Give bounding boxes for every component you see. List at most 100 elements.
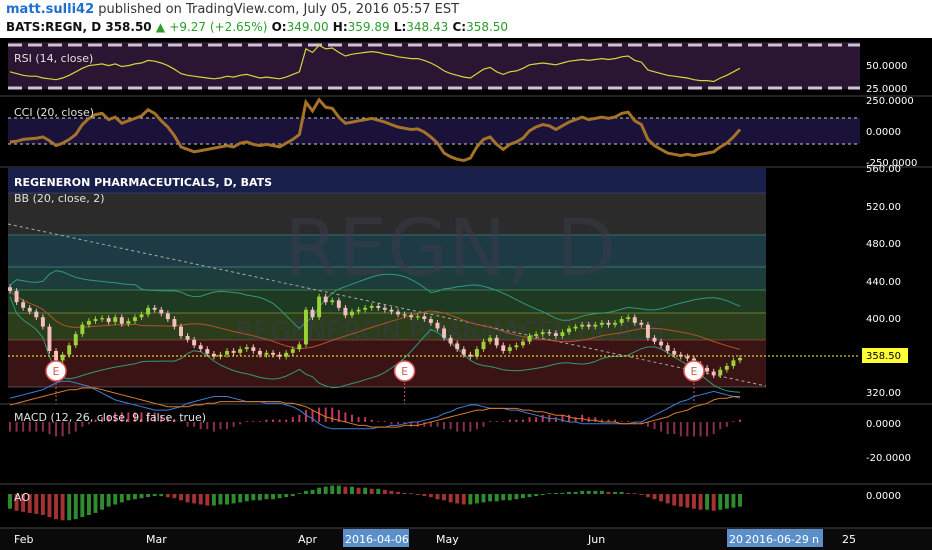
macd-histogram-bar — [252, 421, 255, 422]
ao-bar — [284, 494, 289, 498]
chart-header: matt.sulli42 published on TradingView.co… — [0, 0, 932, 38]
macd-histogram-bar — [475, 422, 478, 430]
macd-histogram-bar — [318, 407, 321, 422]
candle — [126, 320, 131, 324]
candle — [40, 317, 45, 327]
ao-bar — [540, 494, 545, 496]
ao-bar — [8, 494, 12, 509]
ao-bar — [580, 490, 585, 494]
macd-tick-neg20: -20.0000 — [866, 453, 911, 464]
candle — [34, 311, 39, 318]
symbol-label: BATS:REGN, D — [6, 20, 102, 34]
candle — [251, 347, 256, 351]
candle — [599, 322, 604, 325]
macd-histogram-bar — [278, 419, 281, 422]
macd-histogram-bar — [554, 417, 557, 422]
macd-histogram-bar — [666, 422, 669, 434]
ao-bar — [277, 494, 282, 499]
macd-histogram-bar — [226, 422, 229, 430]
candle — [113, 317, 118, 322]
macd-histogram-bar — [245, 421, 248, 422]
ao-bar — [547, 493, 552, 494]
highlight-date-right-prefix: 20 — [729, 533, 743, 546]
candle — [198, 345, 203, 350]
macd-histogram-bar — [258, 421, 261, 422]
chart-canvas[interactable]: RSI (14, close) 50.0000 25.0000 CCI (20,… — [0, 38, 932, 550]
rsi-label: RSI (14, close) — [14, 52, 93, 65]
price-tick-520: 520.00 — [866, 202, 901, 213]
ao-bar — [363, 487, 368, 494]
ao-bar — [659, 494, 664, 502]
candle — [86, 320, 91, 325]
macd-histogram-bar — [232, 422, 235, 427]
candle — [724, 365, 729, 370]
macd-histogram-bar — [265, 419, 268, 422]
candle — [100, 318, 105, 320]
ao-bar — [567, 491, 571, 494]
bb-label: BB (20, close, 2) — [14, 192, 105, 205]
candle — [363, 307, 368, 310]
candle — [527, 335, 532, 342]
ao-bar — [119, 494, 124, 503]
candle — [553, 333, 558, 336]
macd-histogram-bar — [423, 422, 426, 427]
candle — [474, 349, 479, 357]
published-text: published on TradingView.com, July 05, 2… — [98, 2, 460, 17]
time-axis[interactable]: Feb Mar Apr 2016-04-06 May Jun 20 2016-0… — [0, 527, 932, 550]
candle — [159, 309, 164, 314]
candle — [139, 314, 144, 318]
ao-bar — [126, 494, 131, 501]
ao-bar — [599, 490, 604, 494]
author-link[interactable]: matt.sulli42 — [6, 2, 94, 17]
candle — [336, 300, 341, 308]
ao-bar — [402, 492, 407, 494]
macd-histogram-bar — [311, 410, 314, 422]
candle — [132, 317, 137, 321]
ao-bar — [494, 494, 499, 502]
macd-histogram-bar — [219, 422, 222, 430]
ao-bar — [718, 494, 723, 510]
ao-bar — [672, 494, 677, 506]
ao-bar — [192, 494, 197, 504]
ao-bar — [389, 490, 394, 494]
ohlc-line: BATS:REGN, D 358.50 ▲ +9.27 (+2.65%) O:3… — [6, 20, 508, 34]
publish-line: matt.sulli42 published on TradingView.co… — [6, 2, 459, 17]
macd-histogram-bar — [489, 421, 492, 422]
macd-histogram-bar — [416, 422, 419, 427]
ao-bar — [198, 494, 203, 505]
price-tick-560: 560.00 — [866, 164, 901, 175]
rsi-tick-50: 50.0000 — [866, 61, 907, 72]
ao-bar — [376, 488, 381, 494]
macd-histogram-bar — [212, 422, 215, 432]
highlight-date-right-text: 2016-06-29 — [745, 533, 809, 546]
macd-histogram-bar — [587, 417, 590, 422]
candle — [389, 309, 394, 312]
candle — [303, 309, 308, 345]
candle — [257, 350, 262, 355]
ao-bar — [323, 486, 328, 494]
candle — [567, 328, 571, 333]
candle — [626, 317, 631, 320]
macd-histogram-bar — [462, 422, 465, 432]
macd-histogram-bar — [646, 422, 649, 427]
macd-histogram-bar — [535, 417, 538, 422]
candle — [685, 356, 690, 359]
macd-histogram-bar — [344, 412, 347, 422]
macd-histogram-bar — [495, 421, 498, 422]
candle — [152, 307, 157, 310]
macd-histogram-bar — [55, 422, 58, 437]
ao-bar — [685, 494, 690, 508]
candle — [731, 360, 736, 366]
candle — [672, 350, 677, 355]
candle — [47, 326, 52, 351]
candle — [488, 337, 493, 342]
ao-bar — [211, 494, 216, 506]
candle — [659, 341, 664, 346]
candle — [396, 311, 400, 315]
ao-bar — [521, 494, 525, 499]
ao-bar — [474, 494, 479, 504]
ao-bar — [290, 494, 295, 497]
candle — [613, 322, 618, 325]
ao-bar — [113, 494, 118, 505]
ao-bar — [172, 494, 177, 499]
